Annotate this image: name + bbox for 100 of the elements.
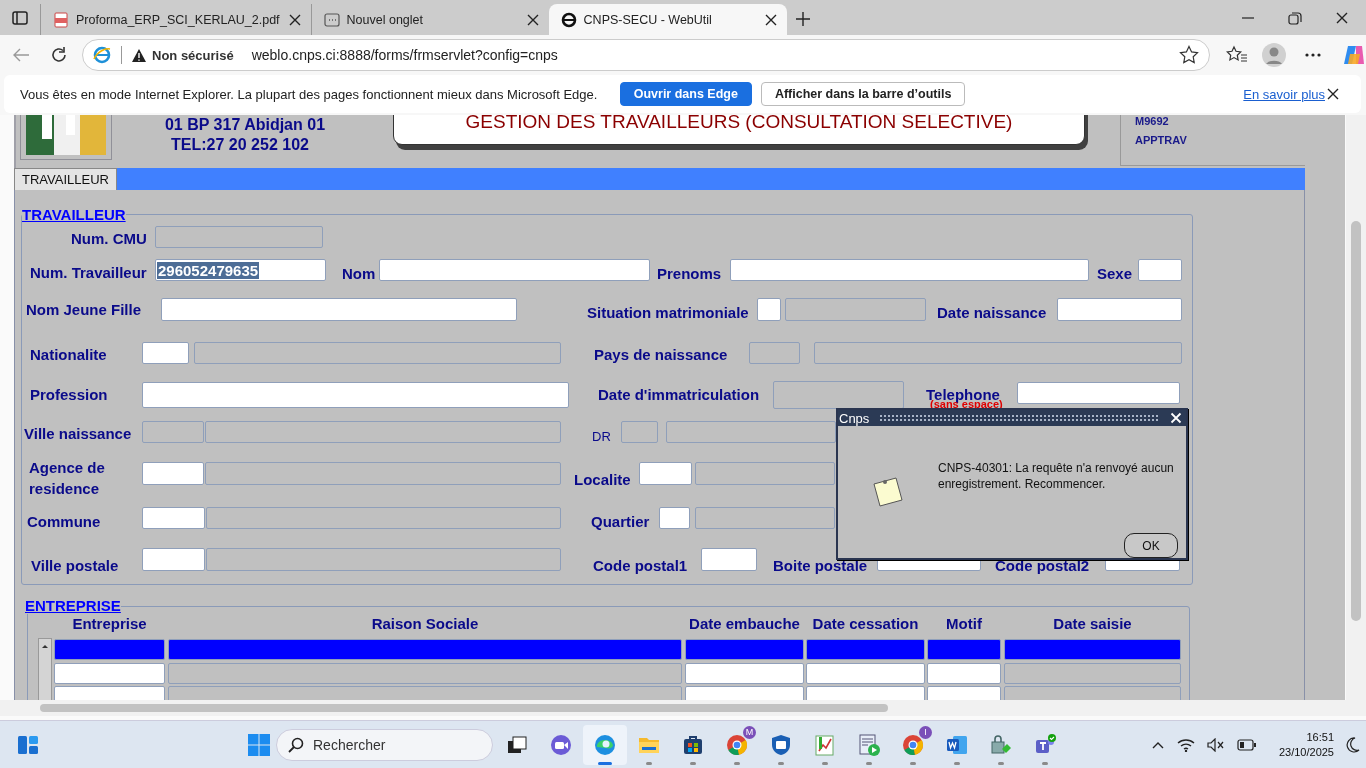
more-icon[interactable] xyxy=(1304,52,1322,58)
input-field[interactable] xyxy=(142,548,205,571)
edge-browser-icon[interactable] xyxy=(593,732,617,757)
input-field[interactable]: 296052479635 xyxy=(155,259,326,281)
chrome-browser-icon[interactable] xyxy=(901,732,925,757)
input-field[interactable] xyxy=(206,507,561,529)
input-field[interactable] xyxy=(1057,298,1182,321)
copilot-icon[interactable] xyxy=(1342,44,1366,66)
input-field[interactable] xyxy=(142,507,205,529)
moon-icon[interactable] xyxy=(1346,736,1360,753)
browser-tab[interactable]: CNPS-SECU - WebUtil xyxy=(548,4,787,35)
input-field[interactable] xyxy=(730,259,1089,281)
input-field[interactable] xyxy=(814,342,1182,364)
reload-icon[interactable] xyxy=(50,46,68,64)
input-field[interactable] xyxy=(142,342,189,364)
input-field[interactable] xyxy=(701,548,757,571)
star-icon[interactable] xyxy=(1179,45,1199,65)
field-label: Localite xyxy=(574,471,631,489)
code-label: APPTRAV xyxy=(1135,133,1188,148)
table-cell[interactable] xyxy=(54,662,165,684)
new-tab-icon[interactable] xyxy=(794,11,811,27)
input-field[interactable] xyxy=(659,507,690,529)
battery-icon[interactable] xyxy=(1236,738,1257,751)
column-header: Date cessation xyxy=(811,615,920,632)
form-tab[interactable]: TRAVAILLEUR xyxy=(14,168,117,190)
input-field[interactable] xyxy=(785,298,926,321)
table-cell[interactable] xyxy=(54,639,165,660)
chart-document-icon[interactable] xyxy=(813,732,837,757)
input-field[interactable] xyxy=(695,507,835,529)
url-text: weblo.cnps.ci:8888/forms/frmservlet?config=cnps xyxy=(251,47,559,63)
favorites-icon[interactable] xyxy=(1226,45,1248,65)
input-field[interactable] xyxy=(621,421,658,443)
sidebar-icon[interactable] xyxy=(12,10,28,26)
input-field[interactable] xyxy=(1017,382,1180,404)
input-field[interactable] xyxy=(205,421,561,443)
input-field[interactable] xyxy=(155,226,323,248)
field-label: Commune xyxy=(27,513,101,531)
clock-date[interactable]: 23/10/2025 xyxy=(1278,744,1334,760)
input-field[interactable] xyxy=(1138,259,1182,281)
column-header: Entreprise xyxy=(71,615,148,632)
field-label: Ville naissance xyxy=(24,425,132,443)
table-cell[interactable] xyxy=(685,662,804,684)
address-text: 01 BP 317 Abidjan 01 xyxy=(163,116,327,134)
column-header: Date saisie xyxy=(1052,615,1133,632)
table-cell[interactable] xyxy=(168,639,682,660)
restore-icon[interactable] xyxy=(1287,10,1303,26)
ie-icon xyxy=(93,46,111,64)
close-icon[interactable] xyxy=(1170,412,1182,425)
close-icon[interactable] xyxy=(1334,10,1350,26)
open-in-edge-button[interactable]: Ouvrir dans Edge xyxy=(619,82,752,106)
input-field[interactable] xyxy=(194,342,561,364)
input-field[interactable] xyxy=(161,298,517,321)
input-field[interactable] xyxy=(379,259,650,281)
show-in-toolbar-button[interactable]: Afficher dans la barre d’outils xyxy=(760,82,966,106)
shield-icon[interactable] xyxy=(769,732,793,757)
field-label: Nom Jeune Fille xyxy=(26,301,142,319)
input-field[interactable] xyxy=(757,298,781,321)
input-field[interactable] xyxy=(695,462,835,485)
table-cell[interactable] xyxy=(927,662,1001,684)
start-icon[interactable] xyxy=(247,732,271,757)
table-cell[interactable] xyxy=(168,662,682,684)
table-cell[interactable] xyxy=(927,639,1001,660)
address-bar[interactable]: Non sécurisé weblo.cnps.ci:8888/forms/frmservlet?config=cnps xyxy=(82,39,1210,71)
input-field[interactable] xyxy=(206,548,561,571)
table-cell[interactable] xyxy=(1004,639,1181,660)
table-cell[interactable] xyxy=(1004,662,1181,684)
ok-button[interactable]: OK xyxy=(1124,533,1178,558)
lock-icon[interactable] xyxy=(989,732,1013,757)
input-field[interactable] xyxy=(142,382,569,408)
table-scrollbar[interactable] xyxy=(38,638,52,700)
input-field[interactable] xyxy=(205,462,561,485)
field-label: Nationalite xyxy=(30,346,107,364)
input-field[interactable] xyxy=(749,342,800,364)
media-player-icon[interactable] xyxy=(857,732,881,757)
search-field[interactable]: Rechercher xyxy=(276,728,493,761)
field-label: Nom xyxy=(342,265,376,283)
profile-avatar-icon[interactable] xyxy=(1262,43,1286,67)
close-icon[interactable] xyxy=(1325,86,1341,102)
table-cell[interactable] xyxy=(806,639,925,660)
table-cell[interactable] xyxy=(685,639,804,660)
back-icon[interactable] xyxy=(12,47,30,63)
input-field[interactable] xyxy=(666,421,836,443)
new-tab-icon xyxy=(323,11,340,28)
column-header: Motif xyxy=(945,615,983,632)
learn-more-link[interactable]: En savoir plus xyxy=(1243,86,1325,102)
video-chat-icon[interactable] xyxy=(549,732,573,757)
column-header: Raison Sociale xyxy=(370,615,480,632)
clock-time[interactable]: 16:51 xyxy=(1306,729,1334,745)
security-status[interactable]: Non sécurisé xyxy=(152,47,234,63)
input-field[interactable] xyxy=(773,381,904,409)
field-label: Num. Travailleur xyxy=(30,264,147,282)
wifi-icon[interactable] xyxy=(1176,737,1195,752)
muted-speaker-icon[interactable] xyxy=(1206,737,1225,752)
phone-text: TEL:27 20 252 102 xyxy=(170,136,310,154)
input-field[interactable] xyxy=(142,462,204,485)
table-cell[interactable] xyxy=(806,662,925,684)
input-field[interactable] xyxy=(142,421,204,443)
field-label: Situation matrimoniale xyxy=(587,304,749,322)
field-label: Pays de naissance xyxy=(594,346,728,364)
input-field[interactable] xyxy=(639,462,692,485)
